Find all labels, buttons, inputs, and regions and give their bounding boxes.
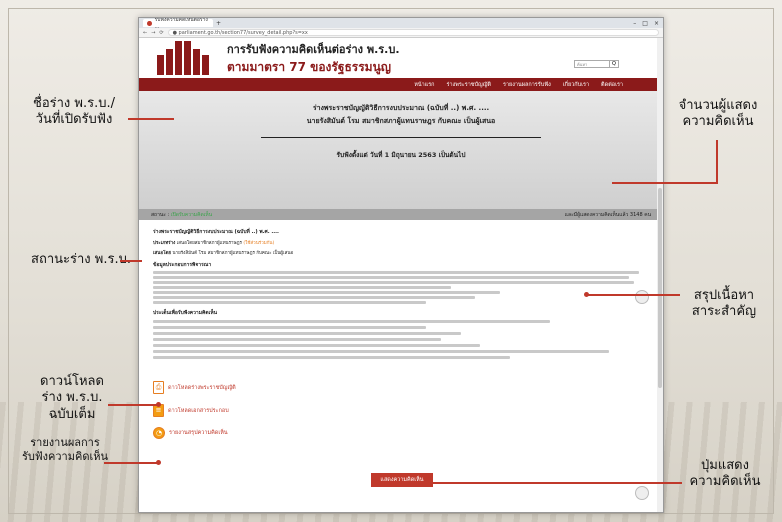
list-item [153, 326, 426, 329]
callout-line [586, 294, 680, 296]
commenter-count: และมีผู้แสดงความคิดเห็นแล้ว 3148 คน [564, 211, 651, 218]
bill-title: ร่างพระราชบัญญัติวิธีการงบประมาณ (ฉบับที… [312, 104, 490, 112]
maximize-button[interactable]: □ [642, 20, 648, 27]
list-item [153, 332, 461, 335]
list-item [153, 338, 441, 341]
summary-text-line [153, 301, 426, 304]
bill-hero: ร่างพระราชบัญญัติวิธีการงบประมาณ (ฉบับที… [139, 91, 663, 209]
main-nav: หน้าแรก ร่างพระราชบัญญัติ รายงานผลการรับ… [139, 78, 663, 91]
pdf-icon: ⎙ [153, 381, 164, 394]
download-bill-link[interactable]: ⎙ ดาวโหลดร่างพระราชบัญญัติ [153, 381, 649, 394]
pie-chart-icon: ◔ [153, 427, 165, 439]
close-button[interactable]: × [654, 20, 659, 27]
download-bill-label: ดาวโหลดร่างพระราชบัญญัติ [168, 384, 236, 391]
nav-contact[interactable]: ติดต่อเรา [601, 81, 623, 89]
comment-button[interactable]: แสดงความคิดเห็น [371, 473, 433, 487]
callout-dot [156, 460, 161, 465]
type-extra: (ใช้ส่วนร่วมกัน) [243, 241, 275, 246]
callout-line [428, 482, 682, 484]
type-label: ประเภทร่าง [153, 241, 176, 246]
type-value: เสนอโดยสมาชิกสภาผู้แทนราษฎร [176, 241, 242, 246]
scrollbar-thumb[interactable] [658, 188, 662, 388]
summary-text-line [153, 291, 501, 294]
bill-content: ร่างพระราชบัญญัติวิธีการงบประมาณ (ฉบับที… [139, 220, 663, 445]
callout-line [120, 260, 142, 262]
callout-download: ดาวน์โหลด ร่าง พ.ร.บ. ฉบับเต็ม [40, 374, 104, 422]
browser-window: รับฟังความคิดเห็นต่อร่าง ... + – □ × ← →… [138, 17, 664, 513]
search-box: ค้นหา Q [574, 60, 619, 68]
status-bar: สถานะ : เปิดรับความคิดเห็น และมีผู้แสดงค… [139, 209, 663, 220]
site-subtitle: ตามมาตรา 77 ของรัฐธรรมนูญ [227, 59, 392, 74]
callout-line [104, 462, 158, 464]
callout-bill-name: ชื่อร่าง พ.ร.บ./ วันที่เปิดรับฟัง [33, 96, 115, 128]
recaptcha-icon[interactable] [635, 290, 649, 304]
download-docs-link[interactable]: ≡ ดาวโหลดเอกสารประกอบ [153, 404, 649, 417]
search-button[interactable]: Q [610, 60, 619, 68]
callout-report: รายงานผลการ รับฟังความคิดเห็น [21, 436, 109, 463]
summary-text-line [153, 296, 476, 299]
address-bar: ← → ⟳ ● parliament.go.th/section77/surve… [139, 28, 663, 38]
list-item [153, 350, 610, 353]
parliament-logo [157, 41, 217, 75]
recaptcha-icon[interactable] [635, 486, 649, 500]
hero-divider [261, 137, 541, 138]
favicon-icon [147, 20, 152, 26]
report-label: รายงานสรุปความคิดเห็น [169, 430, 228, 436]
forward-icon[interactable]: → [151, 30, 155, 36]
new-tab-button[interactable]: + [216, 20, 221, 27]
summary-text-line [153, 281, 635, 284]
proposer-value: นายรังสิมันต์ โรม สมาชิกสภาผู้แทนราษฎร ก… [172, 251, 294, 256]
download-docs-label: ดาวโหลดเอกสารประกอบ [168, 407, 229, 414]
bill-proposer: นายรังสิมันต์ โรม สมาชิกสภาผู้แทนราษฎร ก… [306, 117, 496, 125]
list-item [153, 356, 511, 359]
content-title: ร่างพระราชบัญญัติวิธีการงบประมาณ (ฉบับที… [153, 229, 279, 235]
open-period: รับฟังตั้งแต่ วันที่ 1 มิถุนายน 2563 เป็… [336, 151, 466, 159]
status-badge: เปิดรับความคิดเห็น [170, 211, 213, 218]
section-issues: ประเด็นเพื่อรับฟังความคิดเห็น [153, 310, 218, 316]
site-header: การรับฟังความคิดเห็นต่อร่าง พ.ร.บ. ตามมา… [139, 38, 663, 78]
minimize-button[interactable]: – [633, 20, 636, 27]
callout-line [108, 404, 158, 406]
status-label: สถานะ : [151, 211, 170, 218]
callout-line [128, 118, 174, 120]
nav-reports[interactable]: รายงานผลการรับฟัง [503, 81, 551, 89]
callout-line [612, 182, 718, 184]
summary-text-line [153, 276, 630, 279]
list-item [153, 320, 550, 323]
section-background: ข้อมูลประกอบการพิจารณา [153, 262, 212, 268]
nav-home[interactable]: หน้าแรก [414, 81, 434, 89]
callout-line [716, 140, 718, 184]
tab-bar: รับฟังความคิดเห็นต่อร่าง ... + – □ × [139, 18, 663, 30]
list-item [153, 344, 481, 347]
reload-icon[interactable]: ⟳ [159, 30, 163, 36]
back-icon[interactable]: ← [143, 30, 147, 36]
callout-dot [156, 402, 161, 407]
proposer-label: เสนอโดย [153, 251, 172, 256]
nav-bills[interactable]: ร่างพระราชบัญญัติ [447, 81, 491, 89]
summary-text-line [153, 271, 640, 274]
callout-comment-button: ปุ่มแสดง ความคิดเห็น [689, 458, 761, 490]
site-title: การรับฟังความคิดเห็นต่อร่าง พ.ร.บ. [227, 42, 400, 56]
callout-dot [584, 292, 589, 297]
callout-comment-count: จำนวนผู้แสดง ความคิดเห็น [678, 98, 758, 130]
search-input[interactable]: ค้นหา [574, 60, 610, 68]
issue-list [153, 320, 649, 359]
summary-text-line [153, 286, 451, 289]
nav-about[interactable]: เกี่ยวกับเรา [563, 81, 589, 89]
report-link[interactable]: ◔ รายงานสรุปความคิดเห็น [153, 427, 649, 439]
browser-tab[interactable]: รับฟังความคิดเห็นต่อร่าง ... [143, 18, 213, 30]
callout-summary: สรุปเนื้อหา สาระสำคัญ [691, 288, 757, 320]
url-input[interactable]: ● parliament.go.th/section77/survey_deta… [167, 29, 659, 36]
